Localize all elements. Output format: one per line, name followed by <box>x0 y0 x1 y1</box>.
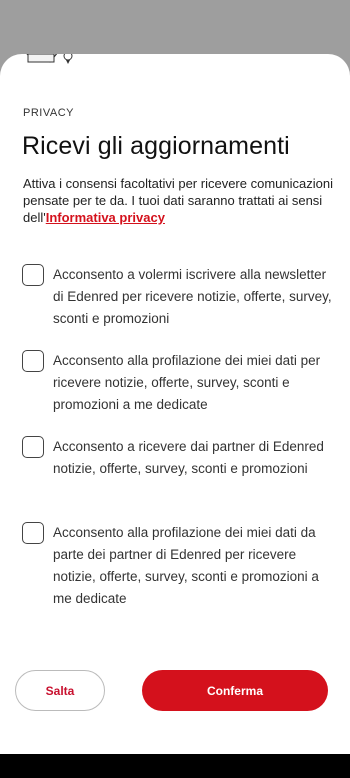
page-title: Ricevi gli aggiornamenti <box>22 132 290 160</box>
consent-label: Acconsento a volermi iscrivere alla news… <box>53 267 332 326</box>
consent-item-partner-profiling: Acconsento alla profilazione dei miei da… <box>22 522 332 610</box>
confirm-button[interactable]: Conferma <box>142 670 328 711</box>
consent-item-partners: Acconsento a ricevere dai partner di Ede… <box>22 436 332 480</box>
privacy-policy-link[interactable]: Informativa privacy <box>46 210 165 225</box>
consent-checkbox-partner-profiling[interactable] <box>22 522 44 544</box>
system-nav-bar <box>0 754 350 778</box>
consent-sheet: PRIVACY Ricevi gli aggiornamenti Attiva … <box>0 54 350 754</box>
consent-checkbox-newsletter[interactable] <box>22 264 44 286</box>
illustration-icon <box>26 54 73 64</box>
section-label: PRIVACY <box>23 107 74 119</box>
consent-label: Acconsento a ricevere dai partner di Ede… <box>53 439 324 476</box>
consent-item-newsletter: Acconsento a volermi iscrivere alla news… <box>22 264 332 330</box>
skip-button[interactable]: Salta <box>15 670 105 711</box>
consent-checkbox-profiling[interactable] <box>22 350 44 372</box>
consent-label: Acconsento alla profilazione dei miei da… <box>53 353 321 412</box>
consent-item-profiling: Acconsento alla profilazione dei miei da… <box>22 350 332 416</box>
description: Attiva i consensi facoltativi per riceve… <box>23 175 333 226</box>
consent-checkbox-partners[interactable] <box>22 436 44 458</box>
consent-label: Acconsento alla profilazione dei miei da… <box>53 525 319 606</box>
